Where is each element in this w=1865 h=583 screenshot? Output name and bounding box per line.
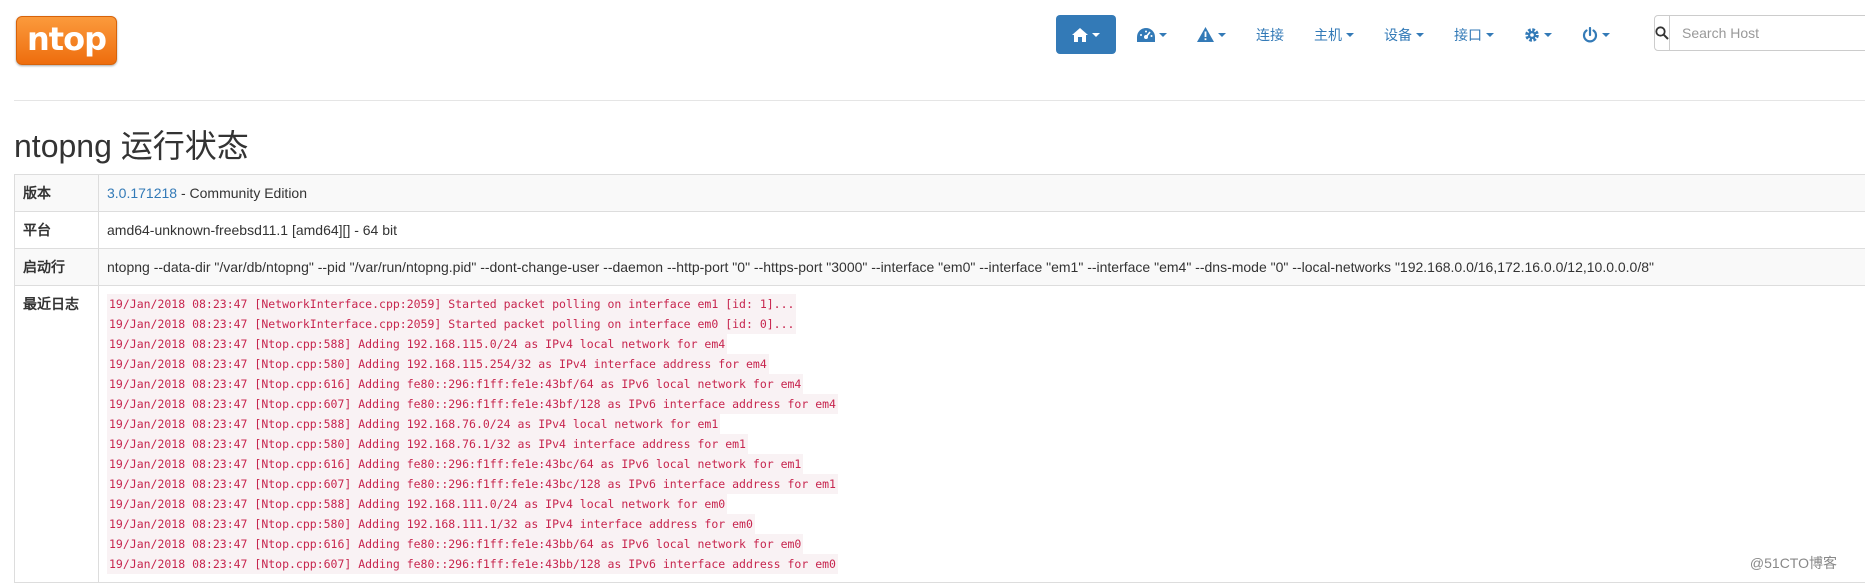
table-row: 最近日志 19/Jan/2018 08:23:47 [NetworkInterf…: [15, 286, 1865, 583]
logo-text: ntop: [27, 23, 106, 55]
chevron-down-icon: [1602, 33, 1610, 37]
nav-devices[interactable]: 设备: [1369, 15, 1439, 54]
chevron-down-icon: [1416, 33, 1424, 37]
nav-hosts[interactable]: 主机: [1299, 15, 1369, 54]
table-row: 启动行 ntopng --data-dir "/var/db/ntopng" -…: [15, 249, 1865, 286]
version-label: 版本: [15, 175, 99, 212]
log-line: 19/Jan/2018 08:23:47 [Ntop.cpp:588] Addi…: [107, 494, 727, 514]
table-row: 版本 3.0.171218 - Community Edition: [15, 175, 1865, 212]
table-row: 平台 amd64-unknown-freebsd11.1 [amd64][] -…: [15, 212, 1865, 249]
top-nav: 连接 主机 设备 接口: [1056, 15, 1625, 54]
power-icon: [1582, 27, 1598, 43]
chevron-down-icon: [1218, 33, 1226, 37]
version-value: 3.0.171218 - Community Edition: [99, 175, 1865, 212]
home-menu[interactable]: [1056, 15, 1116, 54]
home-icon: [1072, 28, 1088, 42]
log-line: 19/Jan/2018 08:23:47 [Ntop.cpp:607] Addi…: [107, 554, 838, 574]
page-title: ntopng 运行状态: [14, 126, 249, 166]
log-line: 19/Jan/2018 08:23:47 [Ntop.cpp:607] Addi…: [107, 394, 838, 414]
log-line: 19/Jan/2018 08:23:47 [NetworkInterface.c…: [107, 314, 796, 334]
warning-icon: [1197, 27, 1214, 42]
log-line: 19/Jan/2018 08:23:47 [Ntop.cpp:580] Addi…: [107, 434, 748, 454]
nav-hosts-label: 主机: [1314, 25, 1342, 45]
dashboard-icon: [1137, 28, 1155, 42]
chevron-down-icon: [1346, 33, 1354, 37]
search-button[interactable]: [1655, 16, 1670, 50]
log-line: 19/Jan/2018 08:23:47 [Ntop.cpp:616] Addi…: [107, 454, 803, 474]
nav-devices-label: 设备: [1384, 25, 1412, 45]
log-line: 19/Jan/2018 08:23:47 [NetworkInterface.c…: [107, 294, 796, 314]
gear-icon: [1524, 27, 1540, 43]
alerts-menu[interactable]: [1182, 15, 1241, 54]
nav-flows[interactable]: 连接: [1241, 15, 1299, 54]
log-line: 19/Jan/2018 08:23:47 [Ntop.cpp:616] Addi…: [107, 374, 803, 394]
nav-interfaces[interactable]: 接口: [1439, 15, 1509, 54]
log-line: 19/Jan/2018 08:23:47 [Ntop.cpp:616] Addi…: [107, 534, 803, 554]
nav-interfaces-label: 接口: [1454, 25, 1482, 45]
nav-flows-label: 连接: [1256, 25, 1284, 45]
dashboard-menu[interactable]: [1122, 15, 1182, 54]
watermark: @51CTO博客: [1750, 553, 1837, 573]
startup-label: 启动行: [15, 249, 99, 286]
chevron-down-icon: [1159, 33, 1167, 37]
chevron-down-icon: [1544, 33, 1552, 37]
status-table: 版本 3.0.171218 - Community Edition 平台 amd…: [14, 174, 1865, 583]
platform-label: 平台: [15, 212, 99, 249]
host-search: [1654, 15, 1865, 51]
startup-value: ntopng --data-dir "/var/db/ntopng" --pid…: [99, 249, 1865, 286]
header-divider: [14, 100, 1865, 101]
settings-menu[interactable]: [1509, 15, 1567, 54]
log-line: 19/Jan/2018 08:23:47 [Ntop.cpp:580] Addi…: [107, 514, 755, 534]
platform-value: amd64-unknown-freebsd11.1 [amd64][] - 64…: [99, 212, 1865, 249]
log-line: 19/Jan/2018 08:23:47 [Ntop.cpp:580] Addi…: [107, 354, 769, 374]
version-link[interactable]: 3.0.171218: [107, 185, 177, 201]
ntop-logo[interactable]: ntop: [16, 16, 117, 65]
search-icon: [1655, 26, 1669, 40]
power-menu[interactable]: [1567, 15, 1625, 54]
log-label: 最近日志: [15, 286, 99, 583]
search-host-input[interactable]: [1670, 16, 1865, 50]
chevron-down-icon: [1092, 33, 1100, 37]
version-edition: - Community Edition: [177, 185, 307, 201]
log-line: 19/Jan/2018 08:23:47 [Ntop.cpp:607] Addi…: [107, 474, 838, 494]
log-line: 19/Jan/2018 08:23:47 [Ntop.cpp:588] Addi…: [107, 414, 720, 434]
chevron-down-icon: [1486, 33, 1494, 37]
recent-log: 19/Jan/2018 08:23:47 [NetworkInterface.c…: [99, 286, 1865, 583]
log-line: 19/Jan/2018 08:23:47 [Ntop.cpp:588] Addi…: [107, 334, 727, 354]
